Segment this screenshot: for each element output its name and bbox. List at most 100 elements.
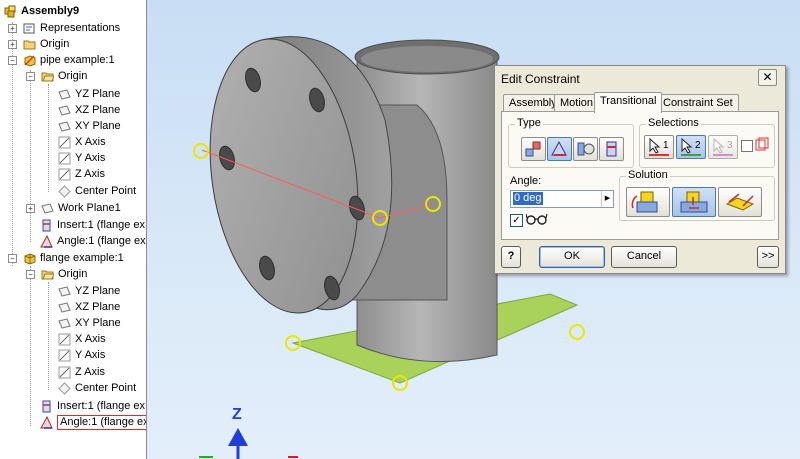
first-click-checkbox[interactable] (741, 140, 753, 152)
z-axis-arrow (228, 428, 248, 446)
selection-3-button[interactable]: 3 (708, 135, 738, 159)
assembly-icon (4, 5, 16, 18)
point-icon (58, 185, 71, 198)
directed-angle-button[interactable] (626, 187, 670, 217)
undirected-angle-button[interactable] (672, 187, 716, 217)
representations-icon (23, 23, 35, 34)
tree-item-label: YZ Plane (75, 285, 121, 297)
tree-item-label: YZ Plane (75, 88, 121, 100)
mate-icon (525, 141, 541, 157)
tree-item-label: Angle:1 (flange ex (57, 235, 146, 247)
insert-icon (606, 141, 617, 157)
glasses-icon (526, 213, 548, 225)
plane-icon (58, 121, 71, 132)
expand-icon[interactable]: + (26, 204, 35, 213)
expand-icon[interactable]: + (8, 24, 17, 33)
triad-z-label: Z (232, 406, 242, 423)
selection-marker[interactable] (569, 324, 585, 340)
axis-icon (58, 333, 71, 346)
undirected-angle-icon (680, 191, 708, 213)
more-options-button[interactable]: >> (757, 246, 779, 268)
mate-type-button[interactable] (521, 137, 546, 161)
reference-vector-icon (725, 193, 755, 211)
angle-flyout-arrow-icon[interactable]: ▶ (601, 191, 613, 207)
angle-constraint-icon (40, 416, 53, 429)
tree-item-label: XZ Plane (75, 104, 121, 116)
show-preview-checkbox[interactable]: ✓ (510, 214, 523, 227)
model-browser: Assembly9 + Representations + Origin − p… (0, 0, 147, 459)
tree-item-label: X Axis (75, 333, 106, 345)
tree-connector (48, 282, 49, 390)
tree-connector (30, 266, 31, 426)
tree-item-label: pipe example:1 (40, 54, 115, 66)
tree-item-label: Work Plane1 (58, 202, 121, 214)
collapse-icon[interactable]: − (8, 56, 17, 65)
tree-root-label: Assembly9 (21, 5, 80, 17)
tree-item-label: Representations (40, 22, 121, 34)
help-button[interactable]: ? (501, 246, 521, 268)
tab-motion[interactable]: Motion (554, 94, 600, 112)
folder-icon (23, 40, 36, 50)
tree-item-label: Center Point (75, 185, 137, 197)
collapse-icon[interactable]: − (8, 254, 17, 263)
directed-angle-icon (631, 191, 658, 213)
tree-item-label: X Axis (75, 136, 106, 148)
selection-2-button[interactable]: 2 (676, 135, 706, 159)
ok-button[interactable]: OK (539, 246, 605, 268)
cancel-button[interactable]: Cancel (611, 246, 677, 268)
insert-constraint-icon (42, 219, 51, 232)
tree-item-label: Insert:1 (flange ex (57, 400, 146, 412)
tangent-icon (577, 142, 595, 156)
selection-number: 2 (695, 140, 701, 151)
plane-icon (58, 89, 71, 100)
selections-group-label: Selections (646, 117, 701, 129)
collapse-icon[interactable]: − (26, 270, 35, 279)
tree-item-label: Center Point (75, 382, 137, 394)
close-icon: ✕ (762, 70, 773, 84)
tree-item-label: Origin (40, 38, 70, 50)
edit-constraint-dialog: Edit Constraint ✕ Assembly Motion Transi… (494, 65, 786, 274)
selection-1-button[interactable]: 1 (644, 135, 674, 159)
expand-dialog-icon: >> (761, 250, 775, 262)
type-group-label: Type (515, 117, 543, 129)
tangent-type-button[interactable] (573, 137, 598, 161)
plane-icon (58, 318, 71, 329)
tree-item-label: Origin (58, 268, 88, 280)
axis-icon (58, 136, 71, 149)
tree-item-label: XZ Plane (75, 301, 121, 313)
expand-icon[interactable]: + (8, 40, 17, 49)
angle-input[interactable]: 0 deg ▶ (510, 190, 614, 208)
dialog-title: Edit Constraint (501, 72, 580, 86)
folder-open-icon (41, 72, 54, 82)
point-icon (58, 382, 71, 395)
tree-item-label: Y Axis (75, 349, 106, 361)
solution-group: Solution (619, 169, 775, 221)
tab-constraint-set[interactable]: Constraint Set (657, 94, 739, 112)
plane-icon (58, 286, 71, 297)
tree-item-label: Y Axis (75, 152, 106, 164)
tab-transitional[interactable]: Transitional (594, 92, 663, 113)
pipe-opening-inner (361, 46, 493, 72)
axis-icon (58, 366, 71, 379)
tree-item-label: Insert:1 (flange ex (57, 219, 146, 231)
plane-icon (58, 302, 71, 313)
angle-value: 0 deg (513, 192, 543, 205)
collapse-icon[interactable]: − (26, 72, 35, 81)
angle-label: Angle: (510, 175, 542, 187)
angle-type-button[interactable] (547, 137, 572, 161)
plane-icon (41, 203, 54, 214)
help-icon: ? (507, 250, 515, 262)
solution-group-label: Solution (626, 169, 670, 181)
tree-item-label: XY Plane (75, 317, 121, 329)
axis-icon (58, 168, 71, 181)
part-icon (24, 253, 36, 265)
angle-constraint-icon (40, 235, 53, 248)
explicit-reference-vector-button[interactable] (718, 187, 762, 217)
tree-connector (48, 84, 49, 192)
plane-icon (58, 105, 71, 116)
axis-icon (58, 349, 71, 362)
close-button[interactable]: ✕ (758, 69, 777, 86)
insert-type-button[interactable] (599, 137, 624, 161)
tree-item-label-selected: Angle:1 (flange ex (57, 415, 146, 430)
angle-icon (551, 140, 567, 156)
